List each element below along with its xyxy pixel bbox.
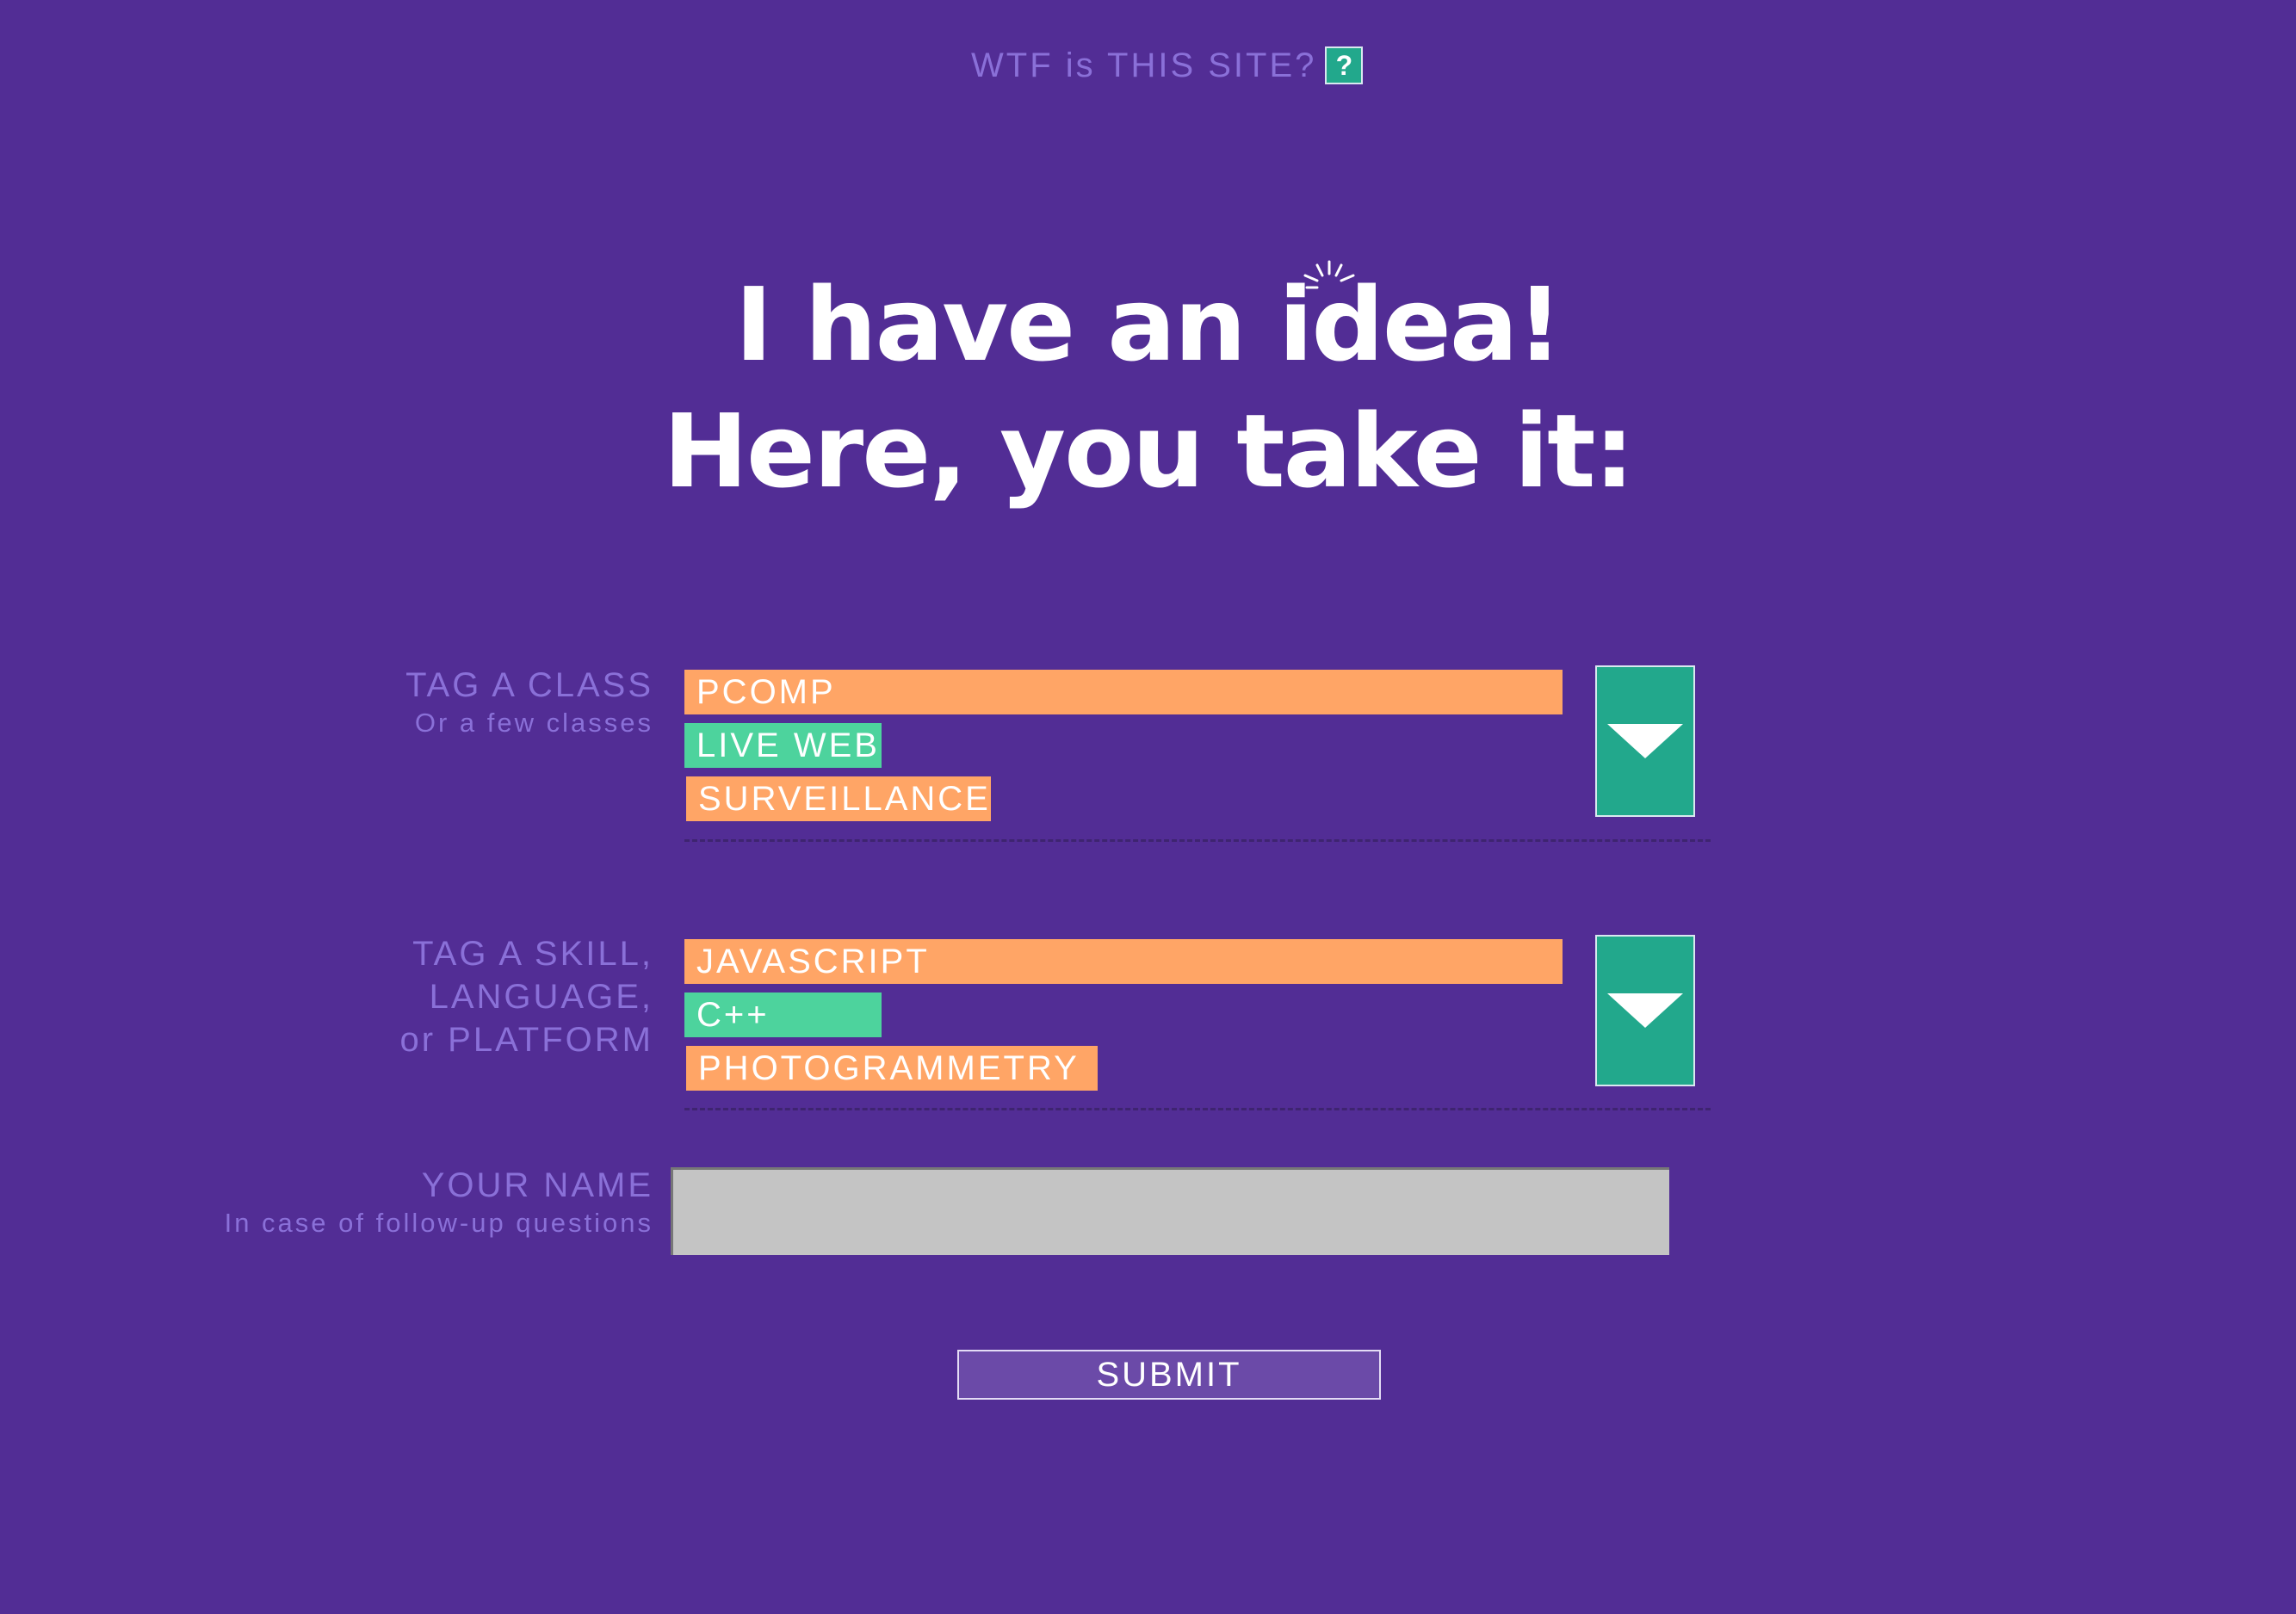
skill-field-divider bbox=[684, 1108, 1711, 1110]
about-site-link-text[interactable]: WTF is THIS SITE? bbox=[971, 46, 1316, 85]
headline-line-1: I have an idea! bbox=[734, 265, 1563, 384]
skill-tag-photogrammetry[interactable]: PHOTOGRAMMETRY bbox=[686, 1046, 1098, 1091]
submit-button[interactable]: SUBMIT bbox=[957, 1350, 1381, 1400]
class-tag-live-web[interactable]: LIVE WEB bbox=[684, 723, 882, 768]
skill-label-line-2: LANGUAGE, bbox=[429, 978, 653, 1016]
skill-field-label: TAG A SKILL, LANGUAGE, or PLATFORM bbox=[399, 932, 653, 1061]
name-input[interactable] bbox=[671, 1167, 1669, 1255]
name-field-label: YOUR NAME In case of follow-up questions bbox=[225, 1164, 653, 1240]
chevron-down-icon bbox=[1607, 993, 1683, 1028]
about-site-link[interactable]: WTF is THIS SITE? ? bbox=[971, 43, 1364, 88]
class-field-label: TAG A CLASS Or a few classes bbox=[405, 664, 653, 739]
chevron-down-icon bbox=[1607, 724, 1683, 758]
skill-label-line-1: TAG A SKILL, bbox=[412, 935, 653, 973]
skill-tag-javascript[interactable]: JAVASCRIPT bbox=[684, 939, 1563, 984]
help-icon[interactable]: ? bbox=[1325, 46, 1364, 84]
name-sublabel: In case of follow-up questions bbox=[224, 1208, 653, 1238]
class-dropdown-button[interactable] bbox=[1595, 665, 1695, 817]
skill-tag-cpp[interactable]: C++ bbox=[684, 993, 882, 1037]
skill-label-line-3: or PLATFORM bbox=[399, 1021, 653, 1059]
headline-line-2: Here, you take it: bbox=[663, 392, 1634, 510]
name-label: YOUR NAME bbox=[421, 1166, 653, 1204]
class-tag-pcomp[interactable]: PCOMP bbox=[684, 670, 1563, 714]
class-field-divider bbox=[684, 839, 1711, 842]
skill-dropdown-button[interactable] bbox=[1595, 935, 1695, 1086]
class-label: TAG A CLASS bbox=[405, 666, 653, 704]
class-sublabel: Or a few classes bbox=[414, 708, 653, 738]
class-tag-surveillance[interactable]: SURVEILLANCE bbox=[686, 776, 991, 821]
